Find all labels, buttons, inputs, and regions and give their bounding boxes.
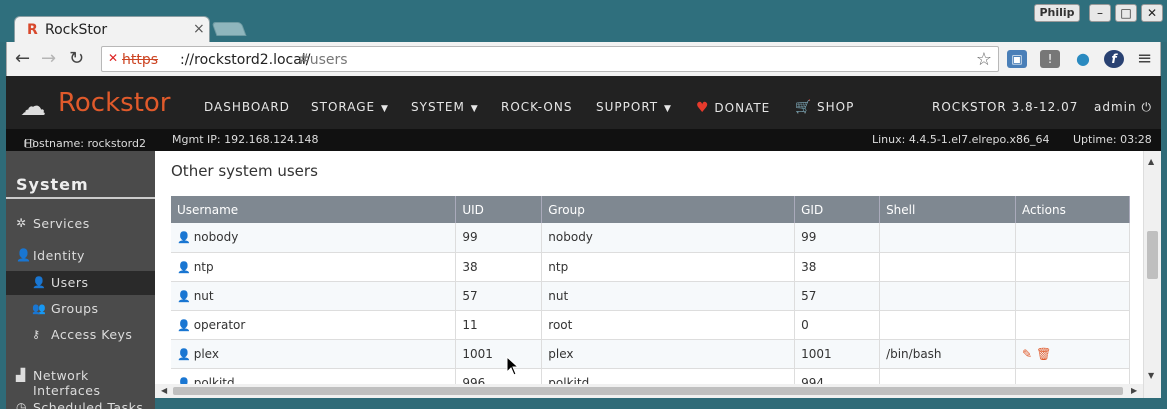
sidebar-item-users[interactable]: 👤 Users	[6, 271, 155, 295]
user-icon: 👤	[177, 231, 191, 245]
user-icon: 👤	[177, 260, 191, 274]
section-title: Other system users	[171, 162, 318, 180]
mgmt-ip-info: Mgmt IP: 192.168.124.148	[172, 133, 319, 146]
scroll-up-arrow-icon[interactable]: ▲	[1148, 157, 1154, 166]
nav-donate[interactable]: ♥ DONATE	[696, 100, 770, 116]
key-icon: ⚷	[32, 328, 41, 341]
scroll-down-arrow-icon[interactable]: ▼	[1148, 371, 1154, 380]
scroll-left-arrow-icon[interactable]: ◀	[161, 386, 167, 395]
sidebar-item-identity[interactable]: 👤 Identity	[6, 244, 155, 268]
uptime-info: Uptime: 03:28	[1073, 133, 1152, 146]
user-icon: 👤	[177, 347, 191, 361]
table-row: 👤 plex 1001 plex 1001 /bin/bash ✎ 🗑	[171, 339, 1130, 369]
cloud-logo-icon: ☁	[20, 92, 46, 122]
brand-name: Rockstor	[58, 88, 171, 118]
extension-tag-icon[interactable]: !	[1040, 50, 1060, 68]
nav-dashboard[interactable]: DASHBOARD	[204, 100, 290, 114]
users-table: Username UID Group GID Shell Actions 👤 no…	[171, 196, 1130, 398]
url-hash: #users	[298, 52, 348, 68]
extension-dot-icon[interactable]: ●	[1073, 50, 1093, 68]
new-tab-button[interactable]	[211, 22, 247, 36]
user-icon: 👤	[16, 248, 32, 262]
close-tab-icon[interactable]: ×	[193, 21, 205, 37]
table-header-row: Username UID Group GID Shell Actions	[171, 196, 1130, 223]
col-actions: Actions	[1015, 196, 1130, 223]
close-window-icon[interactable]: ✕	[1141, 4, 1163, 22]
delete-trash-icon[interactable]: 🗑	[1036, 347, 1051, 361]
back-arrow-icon[interactable]: ←	[15, 48, 30, 69]
caret-down-icon: ▼	[660, 104, 672, 114]
table-row: 👤 nobody 99 nobody 99	[171, 223, 1130, 253]
edit-pencil-icon[interactable]: ✎	[1022, 347, 1032, 361]
sidebar-title: System	[16, 175, 89, 194]
horizontal-scrollbar[interactable]: ◀ ▶	[155, 384, 1143, 398]
maximize-icon[interactable]: □	[1115, 4, 1137, 22]
heart-icon: ♥	[696, 100, 710, 116]
caret-down-icon: ▼	[377, 104, 389, 114]
rockstor-favicon-icon: R	[27, 22, 38, 38]
bar-chart-icon: ▟	[16, 368, 26, 382]
user-icon: 👤	[32, 276, 47, 289]
table-row: 👤 operator 11 root 0	[171, 310, 1130, 340]
url-scheme: https	[122, 52, 159, 68]
col-gid[interactable]: GID	[794, 196, 881, 223]
main-content: Other system users Username UID Group GI…	[155, 151, 1143, 398]
user-menu[interactable]: admin ⏻	[1094, 100, 1152, 115]
browser-tab[interactable]: R RockStor ×	[14, 16, 210, 44]
col-uid[interactable]: UID	[455, 196, 543, 223]
vertical-scrollbar[interactable]: ▲ ▼	[1143, 151, 1161, 398]
nav-storage[interactable]: STORAGE ▼	[311, 100, 389, 114]
nav-rock-ons[interactable]: ROCK-ONS	[501, 100, 572, 114]
app-header: ☁ Rockstor DASHBOARD STORAGE ▼ SYSTEM ▼ …	[6, 76, 1161, 129]
tab-title: RockStor	[45, 22, 108, 38]
caret-down-icon: ▼	[466, 104, 479, 114]
browser-titlebar: R RockStor × Philip – □ ✕	[0, 0, 1167, 44]
browser-menu-icon[interactable]: ≡	[1137, 48, 1152, 69]
horizontal-scroll-thumb[interactable]	[173, 387, 1123, 395]
mouse-pointer-icon	[506, 356, 520, 376]
sidebar-item-scheduled-tasks[interactable]: ◷ Scheduled Tasks	[6, 396, 155, 409]
minimize-icon[interactable]: –	[1089, 4, 1111, 22]
cart-icon: 🛒	[795, 100, 813, 115]
sidebar-item-services[interactable]: ✲ Services	[6, 212, 155, 236]
nav-system[interactable]: SYSTEM ▼	[411, 100, 479, 114]
col-shell[interactable]: Shell	[879, 196, 1016, 223]
reload-icon[interactable]: ↻	[69, 48, 84, 69]
bookmark-star-icon[interactable]: ☆	[976, 49, 992, 70]
user-icon: 👤	[177, 318, 191, 332]
nav-shop[interactable]: 🛒 SHOP	[795, 100, 854, 115]
table-row: 👤 nut 57 nut 57	[171, 281, 1130, 311]
col-username[interactable]: Username	[171, 196, 457, 223]
sidebar-item-groups[interactable]: 👥 Groups	[6, 297, 155, 321]
gear-icon: ✲	[16, 216, 27, 230]
vertical-scroll-thumb[interactable]	[1147, 231, 1158, 279]
nav-support[interactable]: SUPPORT ▼	[596, 100, 672, 114]
scroll-right-arrow-icon[interactable]: ▶	[1131, 386, 1137, 395]
clock-icon: ◷	[16, 400, 27, 409]
power-icon: ⏻	[1141, 100, 1152, 114]
insecure-lock-icon[interactable]: ✕	[108, 51, 118, 65]
sidebar-divider	[6, 197, 155, 199]
extension-screen-icon[interactable]: ▣	[1007, 50, 1027, 68]
user-icon: 👤	[177, 289, 191, 303]
sidebar-item-network-interfaces[interactable]: ▟ Network Interfaces	[6, 364, 155, 398]
forward-arrow-icon[interactable]: →	[41, 48, 56, 69]
browser-toolbar: ← → ↻ ✕ https ://rockstord2.local/ #user…	[6, 42, 1161, 76]
linux-version-info: Linux: 4.4.5-1.el7.elrepo.x86_64	[872, 133, 1050, 146]
col-group[interactable]: Group	[541, 196, 796, 223]
users-group-icon: 👥	[32, 302, 47, 315]
url-host: ://rockstord2.local/	[180, 52, 311, 68]
profile-button[interactable]: Philip	[1034, 4, 1080, 22]
table-row: 👤 ntp 38 ntp 38	[171, 252, 1130, 282]
version-label: ROCKSTOR 3.8-12.07	[932, 100, 1079, 114]
address-bar[interactable]: ✕ https ://rockstord2.local/ #users ☆	[101, 46, 999, 72]
sidebar-item-access-keys[interactable]: ⚷ Access Keys	[6, 323, 155, 347]
fedora-icon[interactable]: f	[1104, 50, 1124, 68]
sidebar: System ✲ Services 👤 Identity 👤 Users 👥 G…	[6, 151, 155, 409]
info-bar: 🖵 Hostname: rockstord2 Mgmt IP: 192.168.…	[6, 129, 1161, 151]
